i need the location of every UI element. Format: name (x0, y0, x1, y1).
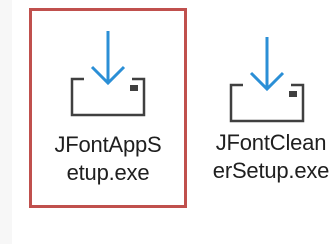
file-item-jfontappsetup[interactable]: JFontAppS etup.exe (29, 8, 187, 208)
navigation-edge (0, 0, 12, 244)
installer-download-icon (229, 37, 305, 123)
file-name-label: JFontAppS etup.exe (54, 132, 162, 185)
file-name-label: JFontClean erSetup.exe (212, 130, 330, 183)
file-explorer-pane: JFontAppS etup.exe JFontClean erSetup.ex… (0, 0, 336, 244)
installer-download-icon (70, 31, 146, 117)
file-item-jfontcleanersetup[interactable]: JFontClean erSetup.exe (196, 14, 336, 204)
